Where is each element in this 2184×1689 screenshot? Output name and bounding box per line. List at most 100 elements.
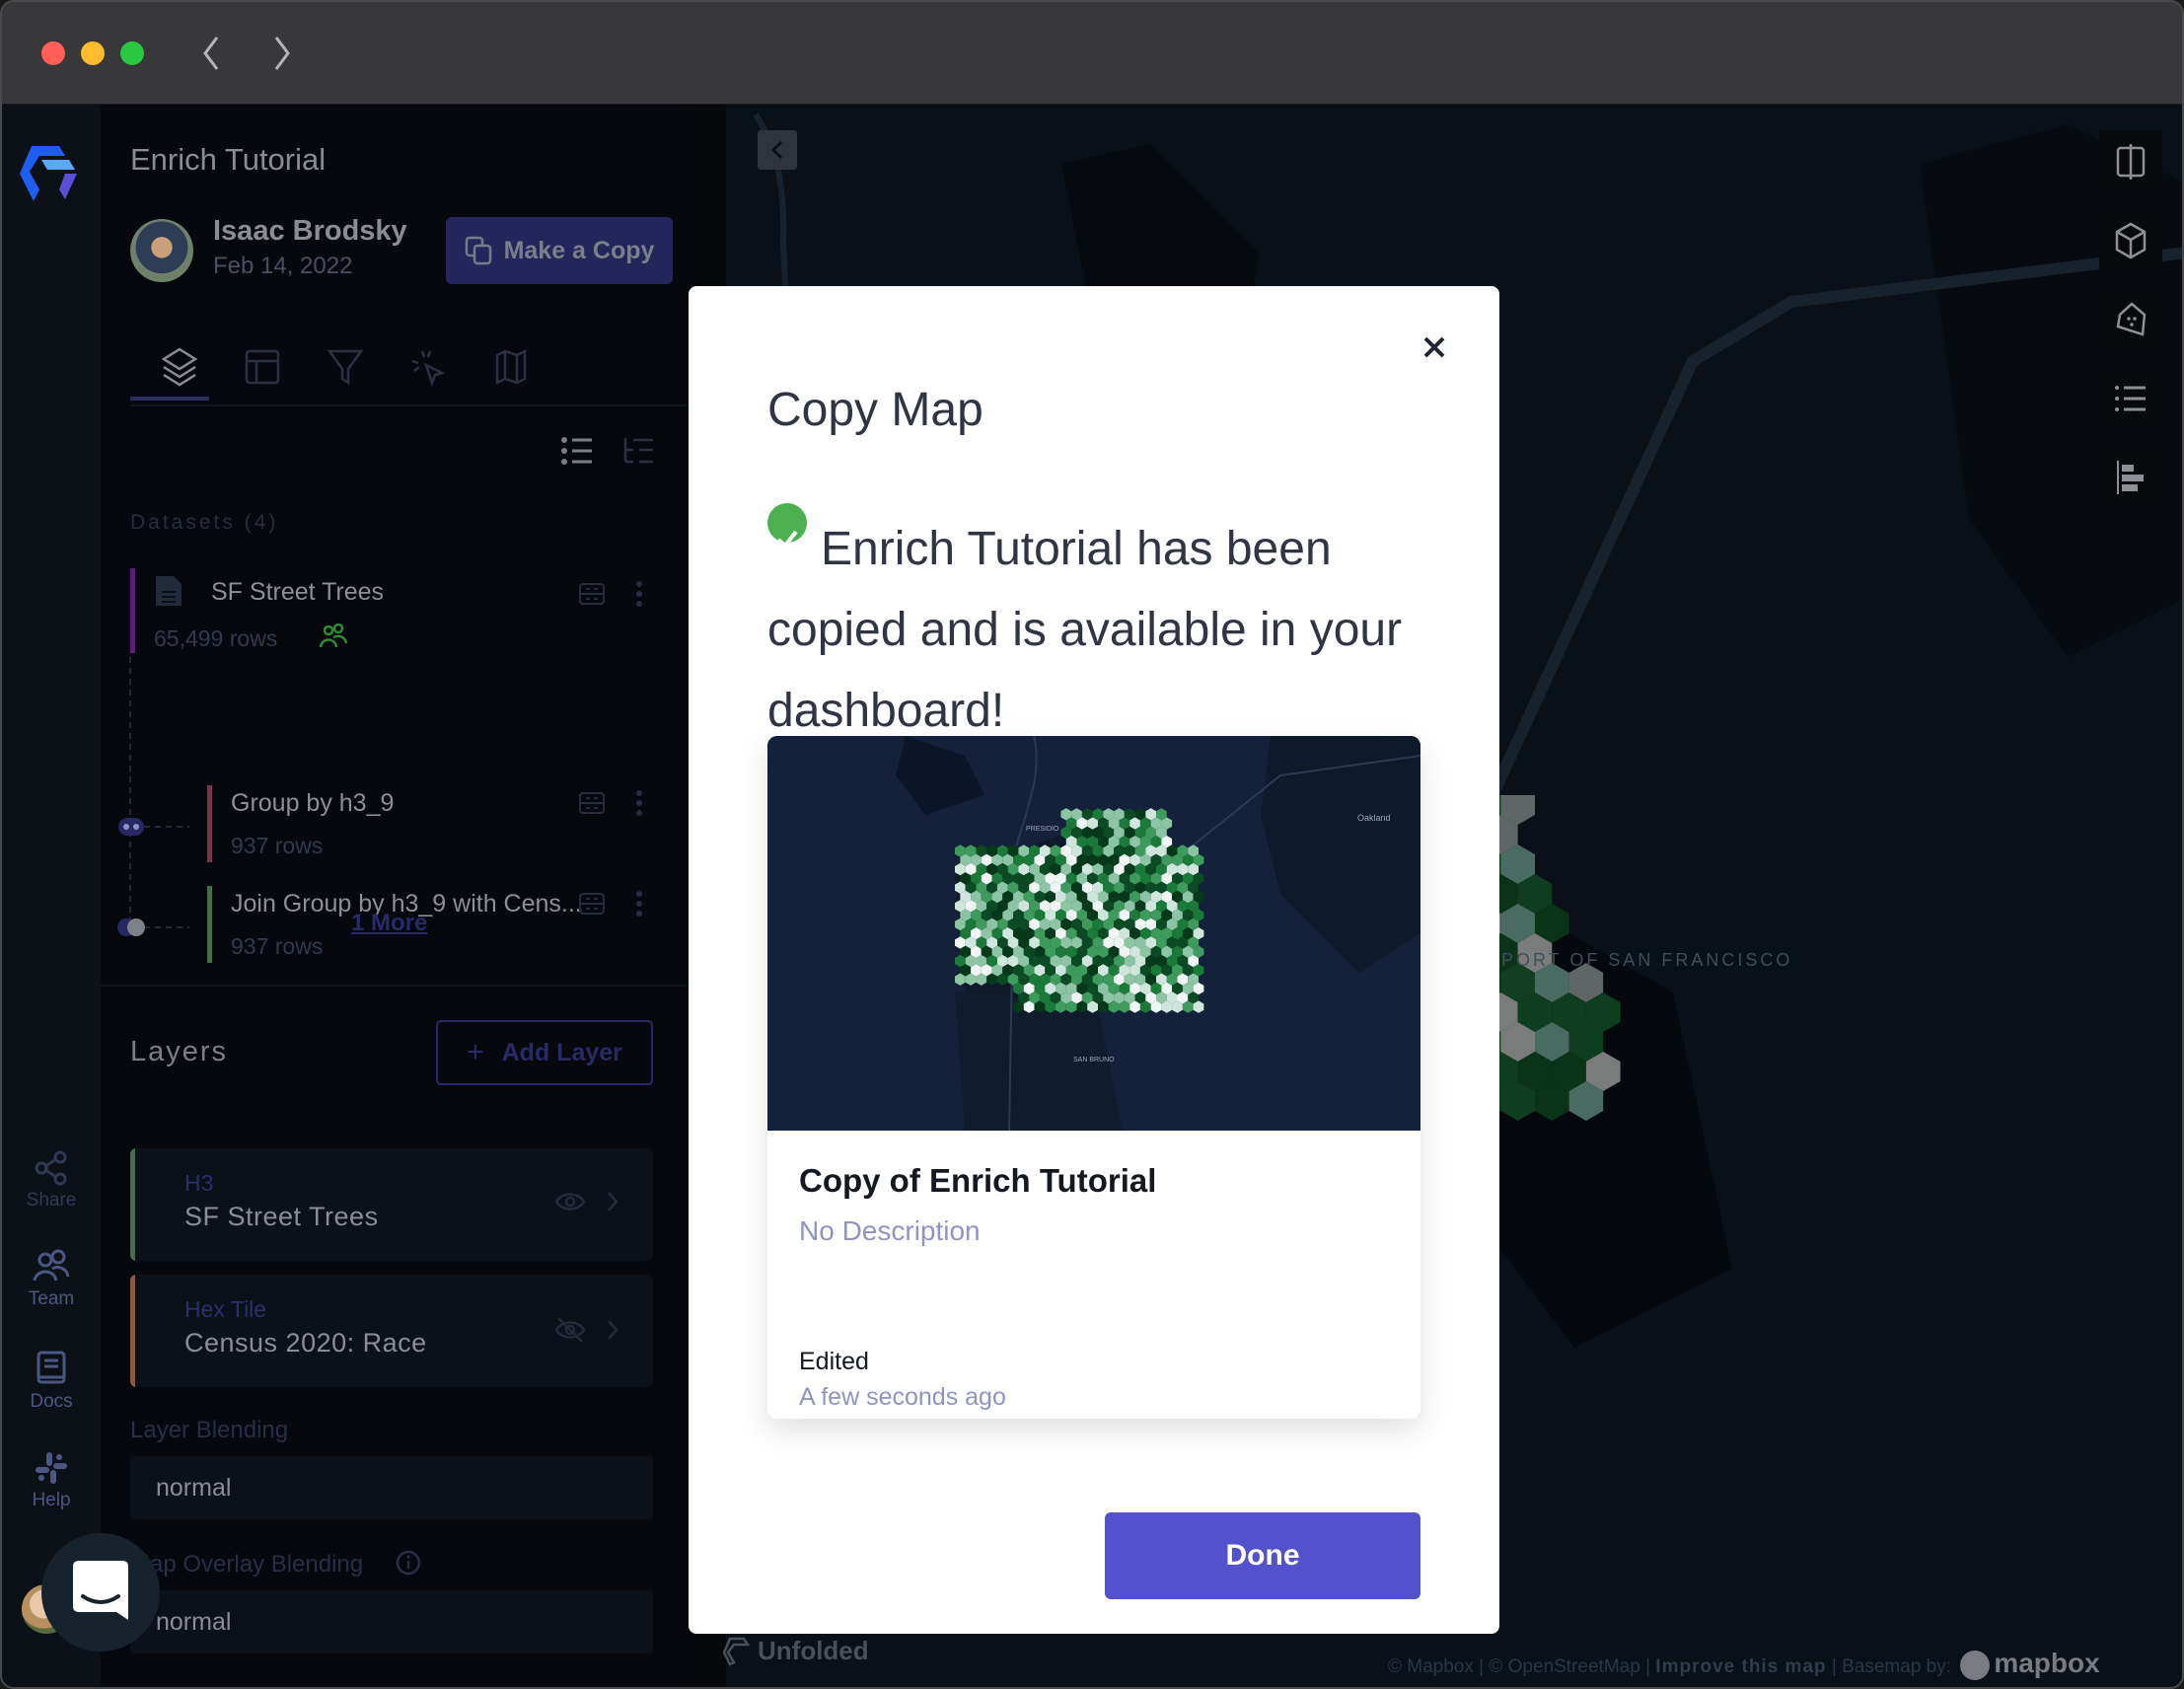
side-panel: Enrich Tutorial Isaac Brodsky Feb 14, 20… (101, 105, 687, 1687)
make-copy-label: Make a Copy (503, 236, 655, 264)
rail-share[interactable]: Share (2, 1150, 101, 1212)
success-message-text: Enrich Tutorial has been copied and is a… (767, 523, 1403, 737)
tree-view-icon[interactable] (621, 436, 655, 466)
collapse-panel-button[interactable] (758, 130, 797, 170)
legend-list-icon (2115, 386, 2146, 411)
layer-blending-select[interactable]: normal (130, 1456, 653, 1519)
add-layer-button[interactable]: + Add Layer (436, 1020, 653, 1085)
unfolded-watermark: Unfolded (722, 1636, 869, 1666)
author-name: Isaac Brodsky (213, 215, 407, 247)
layer-item[interactable]: H3 SF Street Trees (130, 1148, 653, 1261)
rail-team[interactable]: Team (2, 1249, 101, 1310)
chevron-left-icon (771, 141, 782, 159)
card-edited-label: Edited (799, 1348, 869, 1375)
cursor-click-icon[interactable] (399, 337, 458, 397)
oakland-label: Oakland (1357, 813, 1391, 823)
dataset-item[interactable]: SF Street Trees 65,499 rows (130, 568, 663, 687)
thumbnail-map: PRESIDIO Oakland SAN BRUNO (767, 736, 1420, 1131)
map-date: Feb 14, 2022 (213, 253, 353, 279)
close-icon[interactable] (1422, 335, 1446, 359)
mapbox-logo-text: mapbox (1994, 1648, 2100, 1678)
dataset-name: Group by h3_9 (231, 789, 395, 817)
chevron-right-icon[interactable] (606, 1190, 619, 1213)
dataset-color-bar (130, 568, 135, 653)
map-card[interactable]: PRESIDIO Oakland SAN BRUNO Copy of Enric… (767, 736, 1420, 1419)
layers-header: Layers (130, 1036, 229, 1067)
done-button[interactable]: Done (1105, 1512, 1420, 1599)
layers-icon[interactable] (150, 337, 209, 397)
filter-icon[interactable] (316, 337, 375, 397)
osm-attribution-link[interactable]: © OpenStreetMap (1489, 1656, 1639, 1677)
copy-icon (465, 236, 491, 265)
active-tab-indicator (130, 397, 209, 401)
3d-view-button[interactable] (2099, 209, 2162, 272)
rail-docs[interactable]: Docs (2, 1350, 101, 1413)
dataset-color-bar (207, 886, 212, 963)
more-options-icon[interactable] (635, 890, 643, 918)
chevron-right-icon[interactable] (270, 34, 294, 73)
basemap-by-label: Basemap by: (1842, 1656, 1952, 1677)
dataset-rows: 65,499 rows (154, 625, 278, 651)
dataset-item[interactable]: Group by h3_9 937 rows (130, 785, 663, 868)
layer-name: Census 2020: Race (184, 1328, 427, 1358)
list-view-icon[interactable] (560, 436, 594, 466)
rail-docs-label: Docs (30, 1391, 73, 1412)
presidio-label: PRESIDIO (1026, 826, 1059, 833)
layer-item[interactable]: Hex Tile Census 2020: Race (130, 1275, 653, 1387)
card-edited-value: A few seconds ago (799, 1383, 1006, 1411)
draw-button[interactable] (2099, 288, 2162, 351)
map-title: Enrich Tutorial (130, 142, 327, 177)
add-layer-label: Add Layer (501, 1038, 622, 1066)
panel-tabs (130, 328, 687, 406)
mapbox-logo-icon (1960, 1651, 1991, 1680)
chat-icon (73, 1561, 128, 1620)
unfolded-logo (722, 1637, 751, 1666)
maximize-window-button[interactable] (120, 41, 144, 65)
dataset-color-bar (207, 785, 212, 862)
legend-button[interactable] (2099, 367, 2162, 430)
table-view-icon[interactable] (578, 582, 606, 606)
share-icon (35, 1150, 67, 1186)
minimize-window-button[interactable] (81, 41, 105, 65)
table-view-icon[interactable] (578, 791, 606, 815)
dataset-rows: 937 rows (231, 933, 324, 959)
card-description: No Description (799, 1215, 981, 1246)
layer-type: Hex Tile (184, 1296, 267, 1322)
more-datasets-link[interactable]: 1 More (351, 910, 427, 937)
dataset-name: SF Street Trees (211, 578, 385, 606)
more-options-icon[interactable] (635, 789, 643, 817)
make-copy-button[interactable]: Make a Copy (446, 217, 673, 284)
eye-off-icon[interactable] (554, 1316, 586, 1344)
bar-chart-icon (2117, 461, 2144, 494)
success-message: Enrich Tutorial has been copied and is a… (767, 503, 1409, 752)
overlay-blending-select[interactable]: normal (130, 1590, 653, 1653)
slack-icon (36, 1452, 67, 1484)
close-window-button[interactable] (41, 41, 65, 65)
chevron-left-icon[interactable] (199, 34, 223, 73)
layout-icon[interactable] (233, 337, 292, 397)
layer-name: SF Street Trees (184, 1202, 379, 1231)
rail-team-label: Team (28, 1288, 75, 1309)
more-options-icon[interactable] (635, 580, 643, 608)
split-map-button[interactable] (2099, 130, 2162, 193)
chat-support-button[interactable] (41, 1533, 160, 1652)
mapbox-attribution-link[interactable]: © Mapbox (1388, 1656, 1474, 1677)
icon-rail: Share Team Docs Help (2, 105, 101, 1687)
author-avatar (130, 219, 193, 282)
dialog-title: Copy Map (767, 384, 983, 436)
rail-help[interactable]: Help (2, 1450, 101, 1511)
eye-icon[interactable] (554, 1190, 586, 1213)
check-circle-icon (767, 503, 807, 549)
chevron-right-icon[interactable] (606, 1318, 619, 1342)
info-icon[interactable] (395, 1549, 422, 1577)
unfolded-logo[interactable] (20, 146, 79, 203)
shared-team-icon (320, 624, 347, 648)
map-place-label: PORT OF SAN FRANCISCO (1501, 950, 1793, 970)
table-view-icon[interactable] (578, 892, 606, 916)
section-divider (101, 985, 687, 987)
improve-map-link[interactable]: Improve this map (1655, 1656, 1826, 1677)
3d-cube-icon (2115, 222, 2147, 259)
map-icon[interactable] (481, 337, 541, 397)
charts-button[interactable] (2099, 446, 2162, 509)
draw-polygon-icon (2116, 302, 2147, 336)
